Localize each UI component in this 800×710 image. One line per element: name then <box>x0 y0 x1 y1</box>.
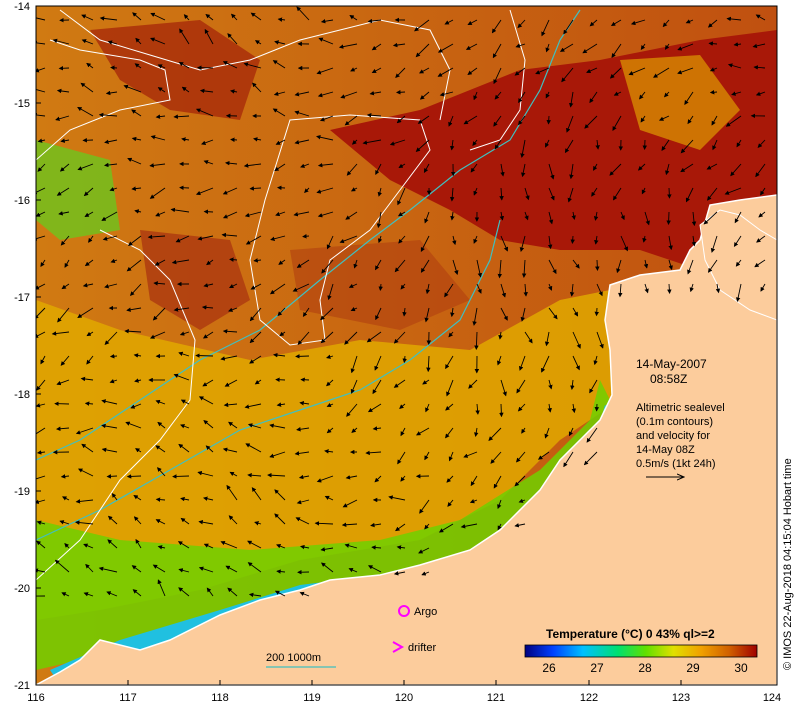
velocity-arrow <box>546 115 551 125</box>
colorbar-title: Temperature (°C) 0 43% ql>=2 <box>546 627 715 641</box>
x-tick-label: 118 <box>211 692 229 704</box>
altimetry-line-2: (0.1m contours) <box>636 416 713 428</box>
time-label: 08:58Z <box>650 372 687 386</box>
y-tick-label: -21 <box>14 680 30 692</box>
velocity-arrow <box>570 235 575 244</box>
colorbar-tick: 28 <box>638 661 652 675</box>
colorbar-tick: 26 <box>542 661 556 675</box>
altimetry-line-3: and velocity for <box>636 430 710 442</box>
map-figure: 116 117 118 119 120 121 122 123 124 -14 … <box>14 1 794 704</box>
y-tick-label: -18 <box>14 389 30 401</box>
velocity-arrow <box>667 187 672 199</box>
y-axis: -14 -15 -16 -17 -18 -19 -20 -21 <box>14 1 30 692</box>
y-tick-label: -17 <box>14 292 30 304</box>
x-tick-label: 119 <box>303 692 321 704</box>
argo-label: Argo <box>414 606 437 618</box>
velocity-arrow <box>709 90 718 95</box>
velocity-arrow <box>499 403 504 418</box>
velocity-arrow <box>295 354 310 359</box>
x-axis: 116 117 118 119 120 121 122 123 124 <box>27 692 781 704</box>
velocity-arrow <box>230 137 238 143</box>
velocity-arrow <box>594 307 599 317</box>
date-label: 14-May-2007 <box>636 357 707 371</box>
velocity-arrow <box>666 211 671 225</box>
velocity-arrow <box>300 377 310 382</box>
y-tick-label: -14 <box>14 1 30 13</box>
colorbar-tick: 30 <box>734 661 748 675</box>
y-tick-label: -16 <box>14 195 30 207</box>
colorbar-gradient <box>524 644 758 658</box>
velocity-arrow <box>106 474 118 479</box>
velocity-arrow <box>667 283 672 294</box>
velocity-arrow <box>203 209 214 214</box>
x-tick-label: 122 <box>580 692 598 704</box>
colorbar-tick: 27 <box>590 661 604 675</box>
velocity-arrow <box>195 353 214 358</box>
x-tick-label: 121 <box>487 692 505 704</box>
y-tick-label: -15 <box>14 98 30 110</box>
altimetry-line-1: Altimetric sealevel <box>636 402 725 414</box>
colorbar-tick: 29 <box>686 661 700 675</box>
velocity-arrow <box>396 90 406 95</box>
x-tick-label: 117 <box>119 692 137 704</box>
velocity-arrow <box>595 259 600 271</box>
y-tick-label: -19 <box>14 486 30 498</box>
x-tick-label: 123 <box>672 692 690 704</box>
altimetry-line-5: 0.5m/s (1kt 24h) <box>636 458 715 470</box>
altimetry-line-4: 14-May 08Z <box>636 444 695 456</box>
x-tick-label: 120 <box>395 692 413 704</box>
x-tick-label: 124 <box>763 692 781 704</box>
drifter-label: drifter <box>408 642 436 654</box>
velocity-arrow <box>109 354 118 359</box>
velocity-arrow <box>302 234 310 239</box>
velocity-arrow <box>126 474 142 479</box>
velocity-arrow <box>172 474 190 479</box>
isobath-scale-label: 200 1000m <box>266 652 321 664</box>
x-tick-label: 116 <box>27 692 45 704</box>
velocity-arrow <box>110 65 118 71</box>
y-tick-label: -20 <box>14 583 30 595</box>
credit-text: © IMOS 22-Aug-2018 04:15:04 Hobart time <box>782 458 794 670</box>
